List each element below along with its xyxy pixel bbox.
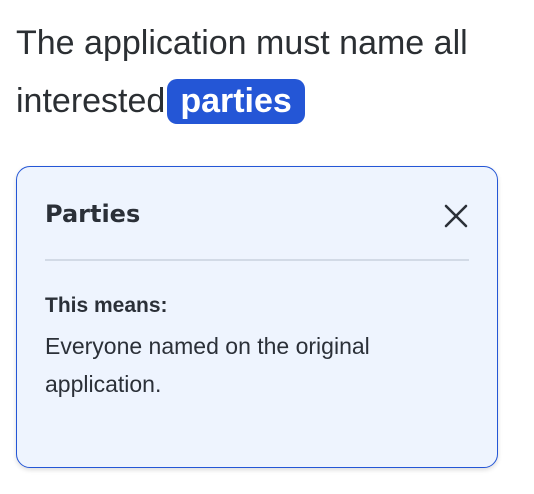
popover-divider (45, 259, 469, 261)
term-button-parties[interactable]: parties (167, 79, 305, 124)
definition-popover: Parties This means: Everyone named on th… (16, 166, 498, 468)
close-icon (444, 204, 468, 228)
definition-text: Everyone named on the original applicati… (45, 333, 370, 397)
sentence-text: The application must name all interested… (16, 14, 516, 130)
popover-title: Parties (45, 200, 141, 228)
close-button[interactable] (443, 203, 469, 229)
meaning-label: This means: (45, 294, 168, 317)
